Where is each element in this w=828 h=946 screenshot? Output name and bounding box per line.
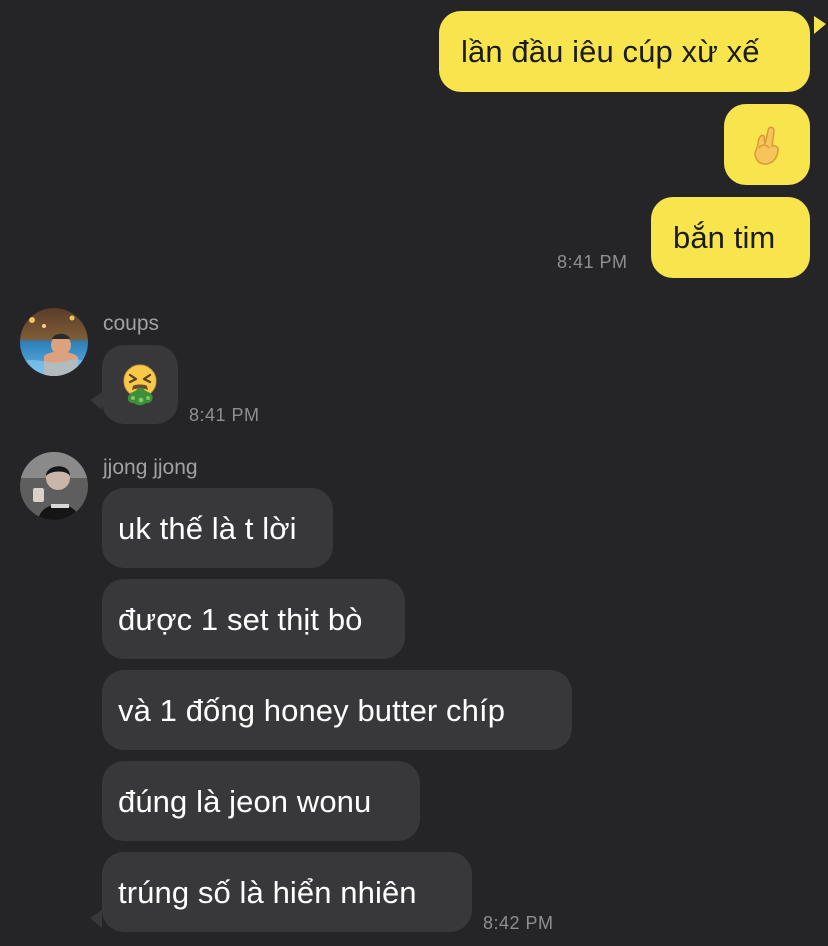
message-text: đúng là jeon wonu bbox=[118, 783, 372, 819]
message-text: và 1 đống honey butter chíp bbox=[118, 692, 506, 728]
sender-name: coups bbox=[103, 312, 160, 335]
message-text: được 1 set thịt bò bbox=[118, 601, 363, 637]
message-text: uk thế là t lời bbox=[118, 510, 297, 546]
incoming-message[interactable]: được 1 set thịt bò bbox=[102, 579, 405, 659]
chat-thread: lần đầu iêu cúp xừ xế bắn tim 8:41 PM co… bbox=[0, 0, 828, 946]
outgoing-emoji-message[interactable] bbox=[724, 104, 810, 185]
outgoing-message[interactable]: lần đầu iêu cúp xừ xế bbox=[439, 11, 810, 92]
avatar-photo-pool-icon bbox=[20, 308, 88, 376]
message-timestamp: 8:41 PM bbox=[557, 252, 628, 272]
outgoing-message[interactable]: bắn tim bbox=[651, 197, 810, 278]
avatar[interactable] bbox=[20, 452, 88, 520]
message-timestamp: 8:41 PM bbox=[189, 405, 260, 425]
message-text: bắn tim bbox=[673, 220, 776, 255]
incoming-bubble-tail bbox=[90, 910, 102, 928]
incoming-message[interactable]: uk thế là t lời bbox=[102, 488, 333, 568]
message-text: lần đầu iêu cúp xừ xế bbox=[461, 34, 760, 69]
message-timestamp: 8:42 PM bbox=[483, 913, 554, 933]
incoming-bubble-tail bbox=[90, 392, 102, 410]
incoming-message[interactable]: đúng là jeon wonu bbox=[102, 761, 420, 841]
vomiting-face-icon bbox=[123, 364, 157, 405]
message-text: trúng số là hiển nhiên bbox=[118, 874, 417, 910]
sender-name: jjong jjong bbox=[103, 456, 198, 479]
outgoing-bubble-tail bbox=[814, 16, 826, 34]
incoming-message[interactable]: trúng số là hiển nhiên bbox=[102, 852, 472, 932]
avatar[interactable] bbox=[20, 308, 88, 376]
avatar-photo-person-icon bbox=[20, 452, 88, 520]
incoming-message[interactable]: và 1 đống honey butter chíp bbox=[102, 670, 572, 750]
finger-heart-icon bbox=[754, 126, 779, 165]
incoming-emoji-message[interactable] bbox=[102, 345, 178, 424]
